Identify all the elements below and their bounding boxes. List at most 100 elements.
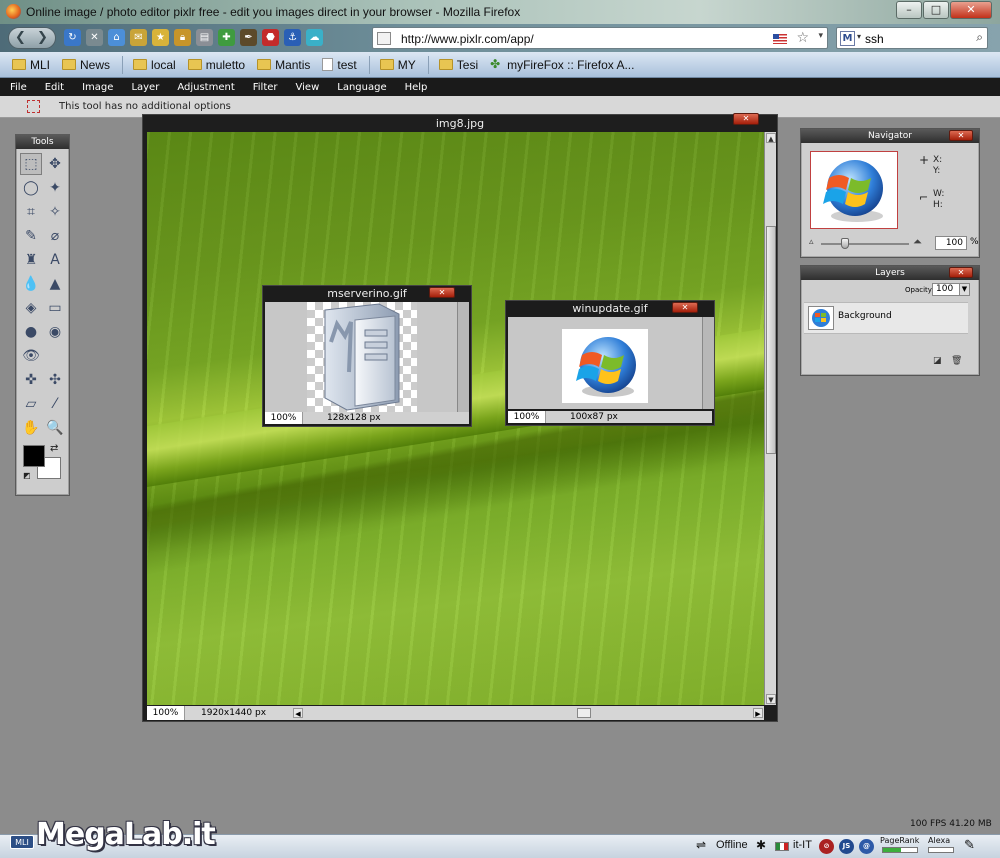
mail-icon[interactable]: ✉ <box>130 29 147 46</box>
locale-status[interactable]: it-IT <box>793 839 812 851</box>
close-button[interactable]: ✕ <box>950 1 992 19</box>
hand-icon[interactable]: ✋ <box>20 417 42 439</box>
adblock-icon[interactable]: ⬣ <box>262 29 279 46</box>
layers-close-button[interactable]: ✕ <box>949 267 973 278</box>
eye-icon[interactable]: 👁 <box>20 345 42 367</box>
new-layer-icon[interactable]: ◪ <box>933 356 942 366</box>
bookmark-add-icon[interactable]: ★ <box>152 29 169 46</box>
spot-heal-icon[interactable]: ✜ <box>20 369 42 391</box>
bookmark-news[interactable]: News <box>62 55 110 75</box>
history-dropdown-icon[interactable]: ▾ <box>818 31 823 41</box>
menu-file[interactable]: File <box>10 82 27 93</box>
image-window-close-button[interactable]: ✕ <box>672 302 698 313</box>
zoom-in-large-icon[interactable]: ⏶ <box>913 235 922 249</box>
menu-adjustment[interactable]: Adjustment <box>177 82 234 93</box>
minimize-button[interactable]: – <box>896 1 922 19</box>
horizontal-scroll-thumb[interactable] <box>577 708 591 718</box>
document-close-button[interactable]: ✕ <box>733 113 759 125</box>
menu-image[interactable]: Image <box>82 82 113 93</box>
search-engine-icon[interactable]: M <box>840 31 855 46</box>
bookmark-muletto[interactable]: muletto <box>187 55 245 75</box>
star-bookmark-icon[interactable]: ☆ <box>796 30 809 46</box>
gradient-icon[interactable]: ▭ <box>44 297 66 319</box>
image-window-zoom[interactable]: 100% <box>508 411 546 423</box>
cloud-icon[interactable]: ☁ <box>306 29 323 46</box>
lasso-icon[interactable]: ◯ <box>20 177 42 199</box>
burn-icon[interactable]: ● <box>20 321 42 343</box>
forward-icon[interactable]: ❯ <box>37 30 48 45</box>
zoom-icon[interactable]: 🔍 <box>44 417 66 439</box>
eraser-icon[interactable]: ▱ <box>20 393 42 415</box>
bookmark-tesi[interactable]: Tesi <box>438 55 478 75</box>
vertical-scrollbar[interactable]: ▲ ▼ <box>764 132 776 705</box>
anchor-icon[interactable]: ⚓ <box>284 29 301 46</box>
bookmark-mli[interactable]: MLI <box>12 55 50 75</box>
bookmark-local[interactable]: local <box>133 55 176 75</box>
layer-row[interactable]: Background <box>804 302 968 334</box>
lock-icon[interactable]: 🔒︎ <box>174 29 191 46</box>
eyedropper-icon[interactable]: ⁄ <box>44 393 66 415</box>
scroll-left-icon[interactable]: ◀ <box>293 708 303 718</box>
gear-icon[interactable]: ✱ <box>756 838 766 852</box>
bookmark-test[interactable]: test <box>322 55 357 75</box>
menu-language[interactable]: Language <box>337 82 386 93</box>
offline-icon[interactable]: ⇌ <box>696 838 706 852</box>
redeye-icon[interactable]: ◉ <box>44 321 66 343</box>
home-icon[interactable]: ⌂ <box>108 29 125 46</box>
maximize-button[interactable]: □ <box>923 1 949 19</box>
zoom-slider-handle[interactable] <box>841 238 849 249</box>
print-icon[interactable]: ▤ <box>196 29 213 46</box>
navigator-close-button[interactable]: ✕ <box>949 130 973 141</box>
move-icon[interactable]: ✥ <box>44 153 66 175</box>
at-icon[interactable]: @ <box>859 839 874 854</box>
us-flag-icon[interactable] <box>773 34 787 44</box>
menu-edit[interactable]: Edit <box>45 82 64 93</box>
sharpen-icon[interactable]: ▲ <box>44 273 66 295</box>
image-window-scrollbar[interactable] <box>702 317 714 409</box>
marquee-icon[interactable]: ⬚ <box>20 153 42 175</box>
feather-icon[interactable]: ✒ <box>240 29 257 46</box>
navigator-zoom-slider[interactable] <box>821 238 909 249</box>
opacity-input[interactable]: 100 <box>932 283 960 296</box>
pencil-icon[interactable]: ✎ <box>20 225 42 247</box>
scroll-right-icon[interactable]: ▶ <box>753 708 763 718</box>
scroll-down-icon[interactable]: ▼ <box>766 694 776 704</box>
vertical-scroll-thumb[interactable] <box>766 226 776 454</box>
image-window-winupdate[interactable]: winupdate.gif ✕ 100% 100x87 px <box>505 300 715 426</box>
edit-icon[interactable]: ✎ <box>964 837 975 853</box>
wand-icon[interactable]: ✦ <box>44 177 66 199</box>
search-icon[interactable]: ⌕ <box>976 30 983 45</box>
image-window-close-button[interactable]: ✕ <box>429 287 455 298</box>
bookmark-mantis[interactable]: Mantis <box>257 55 310 75</box>
swap-colors-icon[interactable]: ⇄ <box>50 443 58 454</box>
trash-icon[interactable]: 🗑︎ <box>951 356 962 366</box>
menu-view[interactable]: View <box>296 82 320 93</box>
bucket-icon[interactable]: ◈ <box>20 297 42 319</box>
reload-icon[interactable]: ↻ <box>64 29 81 46</box>
address-bar[interactable]: http://www.pixlr.com/app/ ☆ ▾ <box>372 27 828 49</box>
js-icon[interactable]: JS <box>839 839 854 854</box>
address-url[interactable]: http://www.pixlr.com/app/ <box>401 32 534 46</box>
offline-status[interactable]: Offline <box>716 839 748 851</box>
brush-icon[interactable]: ⌀ <box>44 225 66 247</box>
bookmark-my[interactable]: MY <box>379 55 416 75</box>
crop-icon[interactable]: ⌗ <box>20 201 42 223</box>
image-window-zoom[interactable]: 100% <box>265 412 303 424</box>
reset-colors-icon[interactable]: ◩ <box>23 471 31 480</box>
foreground-color-swatch[interactable] <box>23 445 45 467</box>
text-icon[interactable]: A <box>44 249 66 271</box>
menu-filter[interactable]: Filter <box>253 82 278 93</box>
addons-icon[interactable]: ✚ <box>218 29 235 46</box>
menu-layer[interactable]: Layer <box>131 82 159 93</box>
back-forward-buttons[interactable]: ❮ ❯ <box>8 27 56 49</box>
search-input[interactable] <box>865 31 965 46</box>
navigator-zoom-input[interactable]: 100 <box>935 236 967 250</box>
image-window-scrollbar[interactable] <box>457 302 469 414</box>
image-window-mserverino[interactable]: mserverino.gif ✕ 100% 128x128 px <box>262 285 472 427</box>
stop-icon[interactable]: ✕ <box>86 29 103 46</box>
magic-wand-icon[interactable]: ✧ <box>44 201 66 223</box>
horizontal-scrollbar[interactable]: ◀ ▶ <box>293 708 763 718</box>
back-icon[interactable]: ❮ <box>15 30 26 45</box>
stamp-icon[interactable]: ♜ <box>20 249 42 271</box>
bloat-icon[interactable]: ✣ <box>44 369 66 391</box>
